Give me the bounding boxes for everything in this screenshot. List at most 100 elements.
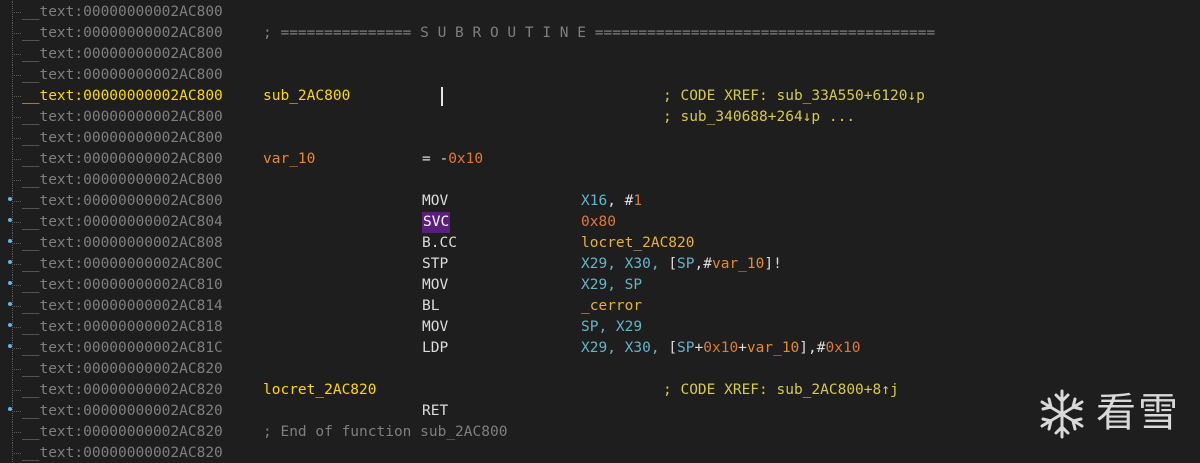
breakpoint-dot-icon[interactable]	[8, 302, 12, 306]
breakpoint-dot-icon[interactable]	[8, 239, 12, 243]
operands[interactable]: locret_2AC820	[581, 233, 695, 254]
address[interactable]: __text:00000000002AC800	[22, 86, 223, 107]
listing-line[interactable]: __text:00000000002AC800	[0, 1, 1200, 23]
listing-line[interactable]: __text:00000000002AC818 MOV SP, X29	[0, 316, 1200, 338]
address[interactable]: __text:00000000002AC818	[22, 317, 223, 338]
address[interactable]: __text:00000000002AC814	[22, 296, 223, 317]
register-operand: X29, X30,	[581, 256, 669, 272]
mnemonic[interactable]: SVC	[422, 212, 451, 233]
code-label[interactable]: sub_2AC800	[263, 86, 350, 107]
register-operand: X29, SP	[581, 277, 643, 293]
address[interactable]: __text:00000000002AC81C	[22, 338, 223, 359]
operands[interactable]: 0x80	[581, 212, 616, 233]
mnemonic[interactable]: MOV	[422, 317, 448, 338]
operands[interactable]: X29, X30, [SP,#var_10]!	[581, 254, 782, 275]
xref-comment[interactable]: ; CODE XREF: sub_2AC800+8↑j	[663, 380, 899, 401]
operands[interactable]: _cerror	[581, 296, 642, 317]
address[interactable]: __text:00000000002AC800	[22, 23, 223, 44]
operands[interactable]: X29, X30, [SP+0x10+var_10],#0x10	[581, 338, 860, 359]
flow-tick	[12, 54, 21, 55]
mnemonic[interactable]: RET	[422, 401, 448, 422]
operand-punctuation: ]!	[764, 256, 782, 272]
symbol-operand[interactable]: _cerror	[581, 298, 642, 314]
listing-line[interactable]: __text:00000000002AC800 sub_2AC800 ; CODE …	[0, 85, 1200, 107]
listing-line[interactable]: __text:00000000002AC804 SVC 0x80	[0, 211, 1200, 233]
gutter	[0, 64, 22, 86]
listing-line[interactable]: __text:00000000002AC800	[0, 43, 1200, 65]
disassembly-view[interactable]: { "colors": { "background": "#1e1e1e", "…	[0, 0, 1200, 463]
gutter	[0, 295, 22, 317]
variable-operand[interactable]: var_10	[712, 256, 764, 272]
address[interactable]: __text:00000000002AC820	[22, 359, 223, 380]
listing-line[interactable]: __text:00000000002AC800 MOV X16, #1	[0, 190, 1200, 212]
address[interactable]: __text:00000000002AC800	[22, 44, 223, 65]
address[interactable]: __text:00000000002AC820	[22, 380, 223, 401]
separator-comment: ; =============== S U B R O U T I N E ==…	[263, 25, 936, 41]
mnemonic[interactable]: STP	[422, 254, 448, 275]
variable-operand[interactable]: var_10	[747, 340, 799, 356]
separator-comment: ; End of function sub_2AC800	[263, 424, 508, 440]
xref-comment[interactable]: ; CODE XREF: sub_33A550+6120↓p	[663, 86, 925, 107]
gutter	[0, 337, 22, 359]
address[interactable]: __text:00000000002AC800	[22, 191, 223, 212]
address[interactable]: __text:00000000002AC820	[22, 443, 223, 463]
listing-line[interactable]: __text:00000000002AC80C STP X29, X30, [SP,…	[0, 253, 1200, 275]
address[interactable]: __text:00000000002AC808	[22, 233, 223, 254]
gutter	[0, 211, 22, 233]
listing-line[interactable]: __text:00000000002AC814 BL _cerror	[0, 295, 1200, 317]
address[interactable]: __text:00000000002AC800	[22, 170, 223, 191]
mnemonic[interactable]: MOV	[422, 275, 448, 296]
address[interactable]: __text:00000000002AC800	[22, 2, 223, 23]
listing-line[interactable]: __text:00000000002AC800	[0, 169, 1200, 191]
listing-line[interactable]: __text:00000000002AC820 locret_2AC820 ; CO…	[0, 379, 1200, 401]
operands[interactable]: X16, #1	[581, 191, 642, 212]
address[interactable]: __text:00000000002AC800	[22, 149, 223, 170]
listing-line[interactable]: __text:00000000002AC808 B.CC locret_2AC820	[0, 232, 1200, 254]
flow-tick	[12, 243, 21, 244]
listing-line[interactable]: __text:00000000002AC800 ; ===============…	[0, 22, 1200, 44]
address[interactable]: __text:00000000002AC800	[22, 107, 223, 128]
listing-line[interactable]: __text:00000000002AC820	[0, 358, 1200, 380]
breakpoint-dot-icon[interactable]	[8, 260, 12, 264]
breakpoint-dot-icon[interactable]	[8, 281, 12, 285]
mnemonic[interactable]: LDP	[422, 338, 448, 359]
listing-line[interactable]: __text:00000000002AC820	[0, 442, 1200, 463]
listing-line[interactable]: __text:00000000002AC810 MOV X29, SP	[0, 274, 1200, 296]
listing-line[interactable]: __text:00000000002AC800	[0, 127, 1200, 149]
gutter	[0, 442, 22, 463]
operands[interactable]: SP, X29	[581, 317, 642, 338]
listing-line[interactable]: __text:00000000002AC820 RET	[0, 400, 1200, 422]
address[interactable]: __text:00000000002AC80C	[22, 254, 223, 275]
operand-punctuation: , #	[607, 193, 634, 209]
immediate-operand: 0x10	[703, 340, 739, 356]
code-label[interactable]: locret_2AC820	[263, 380, 377, 401]
address[interactable]: __text:00000000002AC800	[22, 128, 223, 149]
flow-tick	[12, 285, 21, 286]
immediate-operand: 0x10	[825, 340, 861, 356]
symbol-operand[interactable]: locret_2AC820	[581, 235, 695, 251]
listing-line[interactable]: __text:00000000002AC81C LDP X29, X30, [SP+…	[0, 337, 1200, 359]
watermark: 看雪	[1034, 386, 1184, 446]
mnemonic[interactable]: B.CC	[422, 233, 457, 254]
address[interactable]: __text:00000000002AC804	[22, 212, 223, 233]
listing-line[interactable]: __text:00000000002AC800 var_10 = -0x10	[0, 148, 1200, 170]
address[interactable]: __text:00000000002AC820	[22, 401, 223, 422]
mnemonic[interactable]: MOV	[422, 191, 448, 212]
breakpoint-dot-icon[interactable]	[8, 407, 12, 411]
xref-comment[interactable]: ; sub_340688+264↓p ...	[663, 107, 855, 128]
address[interactable]: __text:00000000002AC820	[22, 422, 223, 443]
stack-variable[interactable]: var_10	[263, 149, 315, 170]
breakpoint-dot-icon[interactable]	[8, 344, 12, 348]
operands[interactable]: X29, SP	[581, 275, 642, 296]
breakpoint-dot-icon[interactable]	[8, 323, 12, 327]
breakpoint-dot-icon[interactable]	[8, 197, 12, 201]
listing-line[interactable]: __text:00000000002AC820 ; End of function…	[0, 421, 1200, 443]
breakpoint-dot-icon[interactable]	[8, 218, 12, 222]
operand-punctuation: ],#	[799, 340, 826, 356]
mnemonic[interactable]: BL	[422, 296, 439, 317]
text-cursor	[441, 87, 443, 106]
listing-line[interactable]: __text:00000000002AC800 ; sub_340688+264↓…	[0, 106, 1200, 128]
listing-line[interactable]: __text:00000000002AC800	[0, 64, 1200, 86]
address[interactable]: __text:00000000002AC800	[22, 65, 223, 86]
address[interactable]: __text:00000000002AC810	[22, 275, 223, 296]
